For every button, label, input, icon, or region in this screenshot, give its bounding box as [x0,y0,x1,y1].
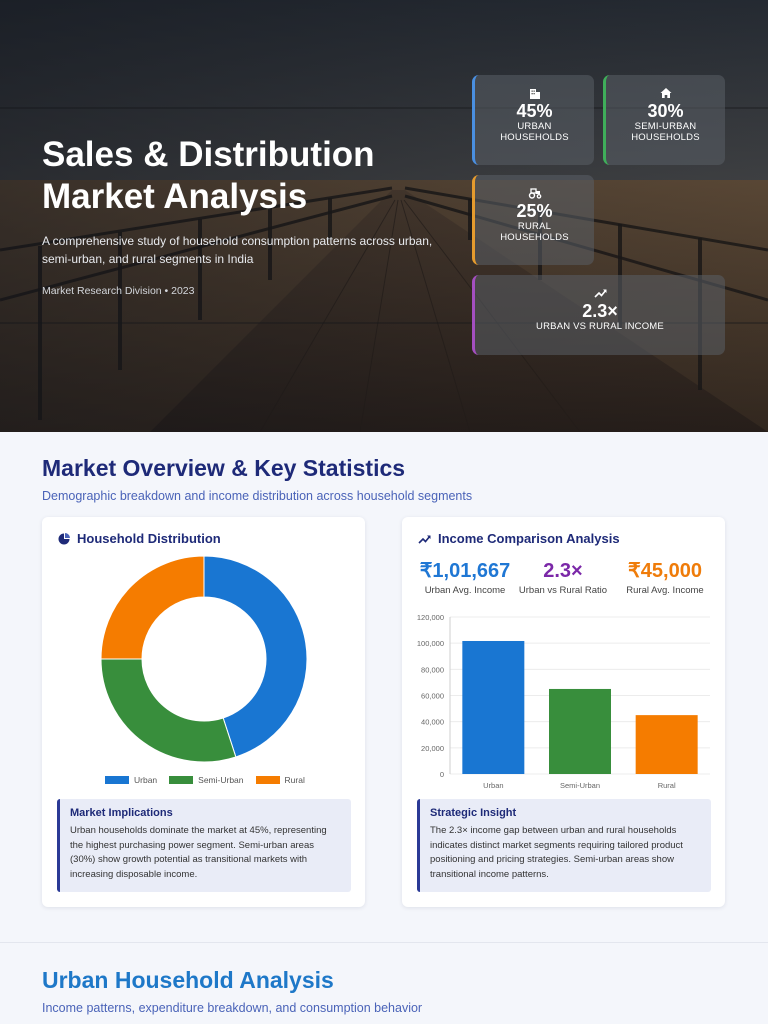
kpi-value: 2.3× [543,560,583,582]
legend-label: Semi-Urban [198,775,244,785]
donut-chart [100,555,308,763]
kpi-label: Urban Avg. Income [424,585,506,596]
stat-card-semi-urban: 30% SEMI-URBAN HOUSEHOLDS [603,75,725,165]
kpi-rural-income: ₹45,000 Rural Avg. Income [610,559,720,596]
page-title-line1: Sales & Distribution [42,135,375,174]
bar-rural[interactable] [635,715,698,774]
stat-label: RURAL [517,221,552,232]
chart-legend: Urban Semi-Urban Rural [105,775,305,785]
home-icon [660,88,671,98]
y-tick-label: 100,000 [417,639,444,648]
trend-up-icon [593,289,607,298]
stat-card-urban: 45% URBAN HOUSEHOLDS [472,75,594,165]
insight-title: Market Implications [70,807,173,819]
stat-label: SEMI-URBAN [634,121,697,132]
y-tick-label: 80,000 [421,665,444,674]
donut-slice-semi-urban[interactable] [100,658,237,763]
stat-label: HOUSEHOLDS [631,132,700,143]
insight-body: The 2.3× income gap between urban and ru… [430,825,683,880]
stat-label: URBAN [517,121,552,132]
kpi-label: Rural Avg. Income [626,585,704,596]
insight-title: Strategic Insight [430,807,517,819]
y-tick-label: 40,000 [421,718,444,727]
income-bar-chart: 0 20,000 40,000 60,000 80,000 100,000 120,000 U… [417,613,710,790]
section-divider [0,942,768,943]
page-title: Sales & Distribution Market Analysis [42,134,462,218]
legend-label: Urban [134,775,158,785]
stat-value: 45% [516,101,553,121]
tractor-icon [528,188,541,199]
urban-section-subtitle: Income patterns, expenditure breakdown, … [42,1001,423,1015]
legend-item-urban[interactable]: Urban [105,775,157,785]
y-tick-label: 20,000 [421,744,444,753]
income-comparison-card: Income Comparison Analysis ₹1,01,667 Urb… [402,517,725,907]
x-tick-label: Urban [483,781,503,790]
x-tick-label: Rural [658,781,676,790]
legend-item-semi-urban[interactable]: Semi-Urban [169,775,244,785]
x-tick-label: Semi-Urban [560,781,600,790]
stat-label: URBAN VS RURAL INCOME [536,321,664,332]
strategic-insight-box: Strategic Insight The 2.3× income gap be… [417,799,711,892]
page-title-line2: Market Analysis [42,177,308,216]
stat-value: 25% [516,201,553,221]
bar-urban[interactable] [462,640,525,774]
legend-swatch [255,776,280,784]
legend-item-rural[interactable]: Rural [255,775,305,785]
card-header: Household Distribution [58,531,221,546]
stat-value: 2.3× [582,301,618,321]
bar-semi-urban[interactable] [549,688,611,774]
kpi-value: ₹45,000 [628,560,702,582]
card-title: Household Distribution [77,531,221,546]
market-implications-box: Market Implications Urban households dom… [57,799,351,892]
overview-subtitle: Demographic breakdown and income distrib… [42,489,473,503]
card-title: Income Comparison Analysis [438,531,620,546]
household-distribution-card: Household Distribution Urban Semi-Urban … [42,517,365,907]
y-tick-label: 120,000 [417,613,444,622]
urban-section-title: Urban Household Analysis [42,967,334,993]
kpi-value: ₹1,01,667 [419,560,511,582]
stat-card-income-ratio: 2.3× URBAN VS RURAL INCOME [472,275,725,355]
stat-value: 30% [647,101,684,121]
stat-label: HOUSEHOLDS [500,132,569,143]
y-tick-label: 60,000 [421,692,444,701]
kpi-income-ratio: 2.3× Urban vs Rural Ratio [512,559,614,596]
overview-title: Market Overview & Key Statistics [42,455,406,481]
pie-chart-icon [58,532,70,544]
legend-label: Rural [284,775,305,785]
insight-body: Urban households dominate the market at … [70,825,327,880]
kpi-urban-income: ₹1,01,667 Urban Avg. Income [410,559,520,596]
hero-description: A comprehensive study of household consu… [42,234,433,266]
kpi-label: Urban vs Rural Ratio [518,585,608,596]
legend-swatch [169,776,194,784]
card-header: Income Comparison Analysis [418,531,620,546]
building-icon [529,89,540,99]
hero-meta: Market Research Division • 2023 [42,285,195,297]
stat-card-rural: 25% RURAL HOUSEHOLDS [472,175,594,265]
donut-slice-rural[interactable] [100,555,205,660]
stat-label: HOUSEHOLDS [500,232,569,243]
legend-swatch [105,776,129,784]
trend-up-icon [418,534,431,544]
y-tick-label: 0 [440,770,444,779]
hero-banner: Sales & Distribution Market Analysis A c… [0,0,768,432]
